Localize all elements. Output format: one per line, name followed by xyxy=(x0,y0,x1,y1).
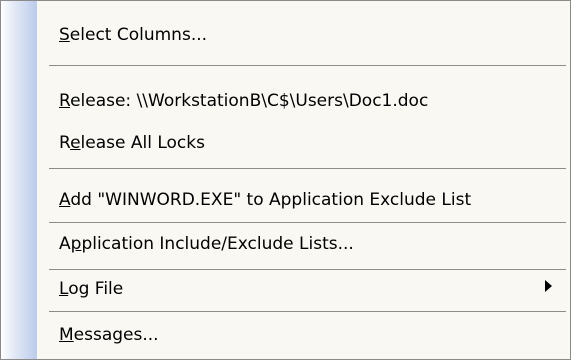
menu-icon-gutter xyxy=(1,1,37,359)
submenu-arrow-icon xyxy=(545,280,552,292)
menu-item-accelerator: e xyxy=(70,133,81,153)
context-menu: Select Columns... Release: \\Workstation… xyxy=(0,0,571,360)
menu-item-accelerator: S xyxy=(59,25,70,45)
menu-item-accelerator: A xyxy=(59,190,71,210)
menu-item-accelerator: R xyxy=(59,91,71,111)
menu-item-select-columns[interactable]: Select Columns... xyxy=(59,19,207,51)
menu-item-log-file[interactable]: Log File xyxy=(59,273,123,305)
menu-item-label: elease: \\WorkstationB\C$\Users\Doc1.doc xyxy=(70,91,429,111)
menu-item-messages[interactable]: Messages... xyxy=(59,319,159,351)
menu-item-label-prefix: A xyxy=(59,234,71,254)
menu-item-accelerator: L xyxy=(59,279,69,299)
menu-item-label: essages... xyxy=(73,325,159,345)
menu-item-label: plication Include/Exclude Lists... xyxy=(81,234,354,254)
menu-item-label: lease All Locks xyxy=(80,133,205,153)
menu-item-label: elect Columns... xyxy=(69,25,208,45)
menu-separator xyxy=(49,65,566,66)
menu-item-accelerator: p xyxy=(70,234,82,254)
menu-item-include-exclude-lists[interactable]: Application Include/Exclude Lists... xyxy=(59,228,354,260)
menu-item-label: og File xyxy=(68,279,124,299)
menu-item-label: dd "WINWORD.EXE" to Application Exclude … xyxy=(70,190,472,210)
menu-separator xyxy=(49,168,566,169)
menu-item-accelerator: M xyxy=(59,325,74,345)
menu-item-label-prefix: R xyxy=(59,133,71,153)
menu-separator xyxy=(49,311,566,312)
menu-separator xyxy=(49,222,566,223)
menu-item-release-file[interactable]: Release: \\WorkstationB\C$\Users\Doc1.do… xyxy=(59,85,428,117)
menu-separator xyxy=(49,269,566,270)
menu-item-add-exclude[interactable]: Add "WINWORD.EXE" to Application Exclude… xyxy=(59,184,471,216)
menu-item-release-all-locks[interactable]: Release All Locks xyxy=(59,127,205,159)
